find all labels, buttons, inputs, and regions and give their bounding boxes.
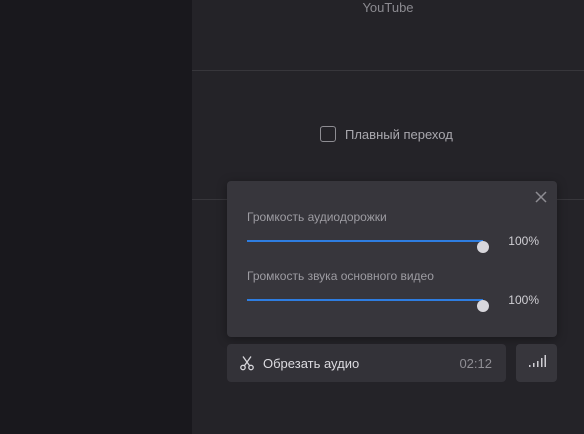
left-panel	[0, 0, 192, 434]
trim-audio-label: Обрезать аудио	[263, 355, 360, 371]
video-volume-slider[interactable]	[247, 299, 489, 312]
smooth-transition-toggle[interactable]: Плавный переход	[320, 126, 453, 142]
trim-audio-button[interactable]: Обрезать аудио 02:12	[227, 344, 506, 382]
close-icon[interactable]	[534, 190, 548, 204]
volume-button[interactable]	[516, 344, 557, 382]
divider	[192, 70, 584, 71]
video-volume-value: 100%	[508, 293, 539, 307]
track-volume-slider[interactable]	[247, 240, 489, 253]
track-volume-thumb[interactable]	[477, 241, 489, 253]
track-volume-fill	[247, 240, 483, 242]
volume-bars-icon	[528, 354, 546, 372]
video-volume-control: Громкость звука основного видео 100%	[247, 269, 539, 312]
track-volume-control: Громкость аудиодорожки 100%	[247, 210, 539, 253]
video-volume-thumb[interactable]	[477, 300, 489, 312]
youtube-label: YouTube	[362, 0, 414, 15]
smooth-transition-label: Плавный переход	[345, 126, 453, 142]
volume-popup: Громкость аудиодорожки 100% Громкость зв…	[227, 181, 557, 337]
track-volume-value: 100%	[508, 234, 539, 248]
scissors-icon	[239, 355, 255, 371]
smooth-transition-checkbox[interactable]	[320, 126, 336, 142]
audio-duration: 02:12	[459, 355, 492, 371]
track-volume-label: Громкость аудиодорожки	[247, 210, 387, 224]
video-volume-fill	[247, 299, 483, 301]
video-volume-label: Громкость звука основного видео	[247, 269, 434, 283]
